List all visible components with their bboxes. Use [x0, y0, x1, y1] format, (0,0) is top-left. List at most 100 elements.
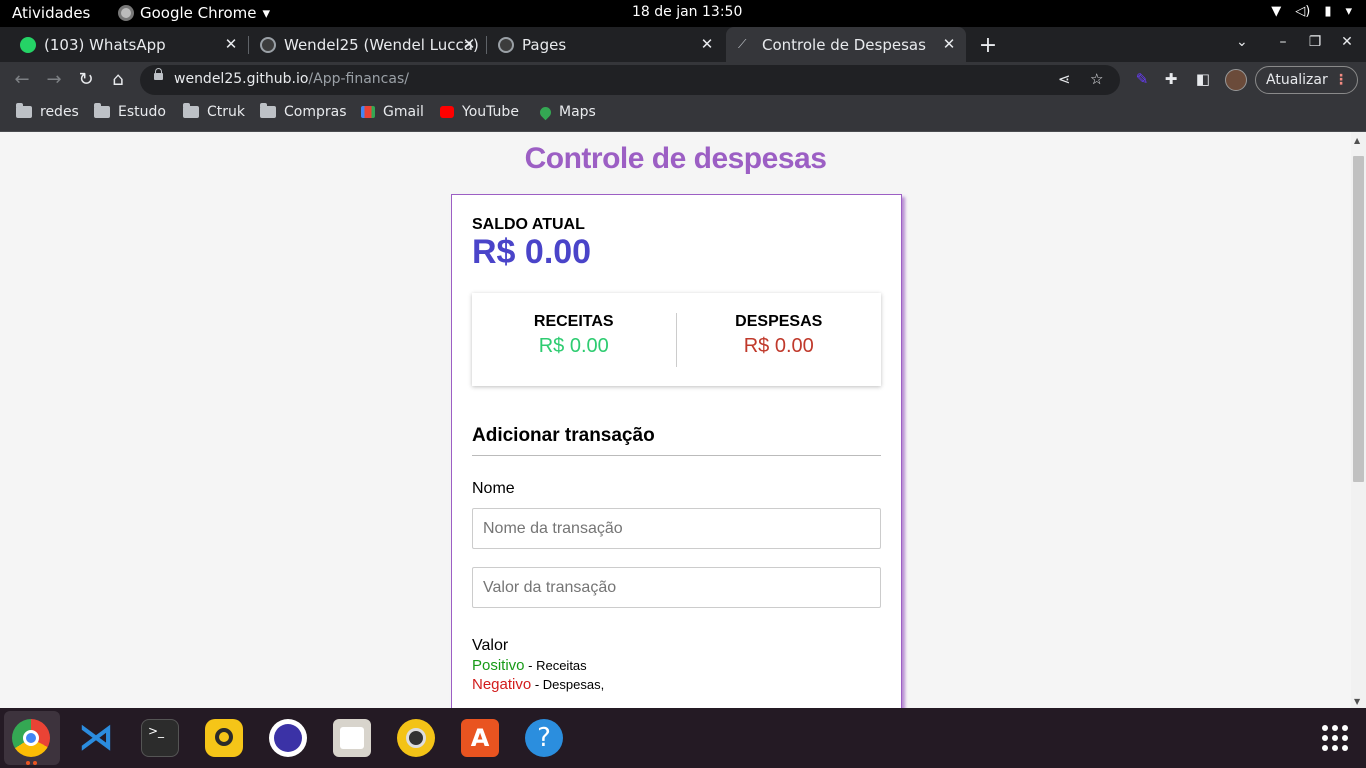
- files-icon[interactable]: [333, 719, 371, 757]
- github-icon: [260, 36, 276, 53]
- income-expense-summary: RECEITAS R$ 0.00 DESPESAS R$ 0.00: [472, 293, 881, 386]
- terminal-icon[interactable]: >_: [141, 719, 179, 757]
- negative-description: - Despesas,: [531, 677, 605, 692]
- bookmarks-bar: redes Estudo Ctruk Compras Gmail YouTube…: [0, 98, 1366, 132]
- scrollbar-thumb[interactable]: [1353, 156, 1364, 482]
- bookmark-label: Estudo: [118, 104, 166, 120]
- close-icon[interactable]: ✕: [222, 35, 240, 53]
- positive-hint: Positivo - Receitas: [472, 657, 587, 674]
- income-value: R$ 0.00: [538, 335, 609, 357]
- maps-icon: [537, 104, 554, 120]
- page-title: Controle de despesas: [524, 142, 827, 175]
- bookmark-label: YouTube: [462, 104, 519, 120]
- close-window-button[interactable]: ✕: [1338, 34, 1356, 50]
- chrome-icon[interactable]: [12, 719, 50, 757]
- tab-pages[interactable]: Pages ✕: [486, 27, 724, 62]
- bookmark-label: Maps: [559, 104, 596, 120]
- activities-button[interactable]: Atividades: [12, 4, 90, 22]
- folder-icon: [16, 103, 32, 118]
- tab-controle-de-despesas[interactable]: ⟋ Controle de Despesas ✕: [726, 27, 966, 62]
- minimize-button[interactable]: –: [1274, 34, 1292, 50]
- vscode-icon[interactable]: ⋊: [77, 719, 115, 757]
- bookmark-estudo[interactable]: Estudo: [94, 103, 166, 120]
- beekeeper-icon[interactable]: [205, 719, 243, 757]
- web-page: Controle de despesas SALDO ATUAL R$ 0.00…: [0, 132, 1366, 708]
- reload-icon[interactable]: ↻: [74, 68, 98, 92]
- url-text[interactable]: wendel25.github.io/App-financas/: [174, 71, 409, 87]
- show-applications-icon[interactable]: [1322, 725, 1348, 751]
- profile-avatar[interactable]: [1225, 69, 1247, 91]
- page-scrollbar[interactable]: ▲ ▼: [1351, 132, 1366, 708]
- negative-label: Negativo: [472, 676, 532, 693]
- url-path: /App-financas/: [308, 71, 409, 87]
- caret-down-icon: ▾: [262, 4, 271, 22]
- bookmark-ctruk[interactable]: Ctruk: [183, 103, 246, 120]
- rhythmbox-icon[interactable]: [397, 719, 435, 757]
- add-transaction-heading: Adicionar transação: [472, 425, 881, 456]
- extensions-puzzle-icon[interactable]: ✚: [1162, 70, 1180, 88]
- expense-card: SALDO ATUAL R$ 0.00 RECEITAS R$ 0.00 DES…: [451, 194, 902, 708]
- software-store-icon[interactable]: A: [461, 719, 499, 757]
- folder-icon: [94, 103, 110, 118]
- balance-value: R$ 0.00: [472, 233, 592, 271]
- bookmark-maps[interactable]: Maps: [537, 104, 596, 120]
- share-icon[interactable]: ⋖: [1058, 70, 1071, 88]
- bookmark-star-icon[interactable]: ☆: [1090, 70, 1103, 88]
- tab-search-chevron-icon[interactable]: ⌄: [1236, 34, 1248, 50]
- running-indicator: [33, 761, 37, 765]
- bookmark-label: Ctruk: [207, 104, 246, 120]
- bookmark-label: Compras: [284, 104, 347, 120]
- caret-down-icon: ▾: [1345, 4, 1352, 19]
- positive-label: Positivo: [472, 657, 525, 674]
- clock[interactable]: 18 de jan 13:50: [632, 4, 742, 20]
- eclipse-icon[interactable]: [269, 719, 307, 757]
- app-menu[interactable]: Google Chrome ▾: [118, 4, 270, 22]
- more-menu-icon: ⋮: [1334, 72, 1348, 88]
- close-icon[interactable]: ✕: [940, 35, 958, 53]
- positive-description: - Receitas: [524, 658, 587, 673]
- expense-label: DESPESAS: [735, 313, 823, 330]
- tab-title: Controle de Despesas: [762, 35, 926, 54]
- close-icon[interactable]: ✕: [698, 35, 716, 53]
- maximize-button[interactable]: ❐: [1306, 34, 1324, 50]
- bookmark-redes[interactable]: redes: [16, 103, 79, 120]
- forward-arrow-icon[interactable]: →: [42, 68, 66, 92]
- volume-icon: ◁): [1295, 4, 1311, 19]
- bookmark-gmail[interactable]: Gmail: [361, 104, 424, 120]
- scroll-down-arrow-icon[interactable]: ▼: [1354, 697, 1360, 706]
- gmail-icon: [361, 106, 375, 118]
- battery-icon: ▮: [1324, 4, 1332, 19]
- help-icon[interactable]: ?: [525, 719, 563, 757]
- new-tab-button[interactable]: +: [978, 33, 998, 58]
- tab-whatsapp[interactable]: (103) WhatsApp ✕: [0, 27, 249, 62]
- income-label: RECEITAS: [533, 313, 614, 330]
- bookmark-youtube[interactable]: YouTube: [440, 104, 519, 120]
- tab-github-profile[interactable]: Wendel25 (Wendel Lucca) ✕: [248, 27, 487, 62]
- lock-icon[interactable]: [154, 68, 163, 80]
- transaction-amount-input[interactable]: [472, 567, 881, 608]
- back-arrow-icon[interactable]: ←: [10, 68, 34, 92]
- bookmark-label: redes: [40, 104, 79, 120]
- scroll-up-arrow-icon[interactable]: ▲: [1354, 136, 1360, 145]
- system-top-bar: Atividades Google Chrome ▾ 18 de jan 13:…: [0, 0, 1366, 27]
- transaction-name-input[interactable]: [472, 508, 881, 549]
- url-host: wendel25.github.io: [174, 71, 309, 87]
- bookmark-compras[interactable]: Compras: [260, 103, 347, 120]
- system-menu[interactable]: ▼ ◁) ▮ ▾: [1271, 4, 1352, 19]
- wifi-icon: ▼: [1271, 4, 1282, 19]
- home-icon[interactable]: ⌂: [106, 68, 130, 92]
- expense-value: R$ 0.00: [743, 335, 814, 357]
- side-panel-icon[interactable]: ◧: [1194, 70, 1212, 88]
- folder-icon: [260, 103, 276, 118]
- address-bar[interactable]: wendel25.github.io/App-financas/ ⋖ ☆: [140, 65, 1120, 95]
- expense-column: DESPESAS R$ 0.00: [677, 313, 882, 406]
- close-icon[interactable]: ✕: [460, 35, 478, 53]
- update-button[interactable]: Atualizar ⋮: [1255, 66, 1358, 94]
- extension-pen-icon[interactable]: ✎: [1133, 70, 1151, 88]
- update-label: Atualizar: [1266, 72, 1328, 88]
- chrome-icon: [118, 5, 134, 21]
- tab-strip: (103) WhatsApp ✕ Wendel25 (Wendel Lucca)…: [0, 27, 1366, 62]
- running-indicator: [26, 761, 30, 765]
- negative-hint: Negativo - Despesas,: [472, 676, 604, 693]
- amount-label: Valor: [472, 637, 509, 654]
